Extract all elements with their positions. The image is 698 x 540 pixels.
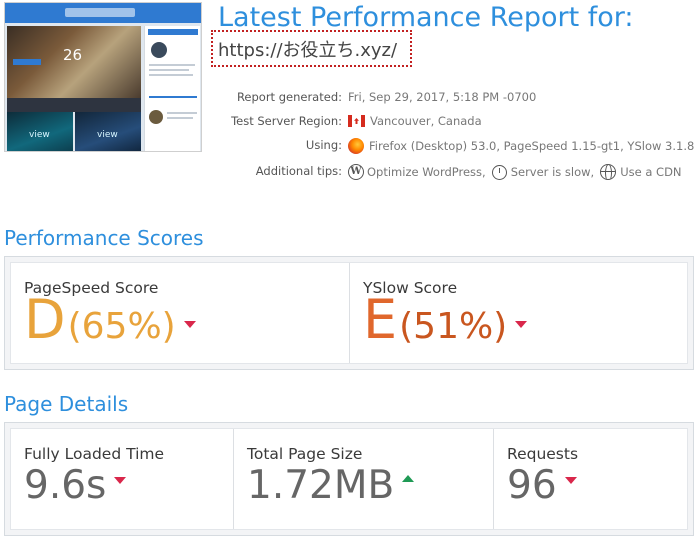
total-page-size-card[interactable]: Total Page Size 1.72MB	[233, 429, 493, 529]
requests-value-wrap: 96	[507, 463, 577, 508]
yslow-percent: (51%)	[399, 306, 508, 347]
yslow-score-card[interactable]: YSlow Score E (51%)	[349, 263, 687, 363]
page-size-value-wrap: 1.72MB	[247, 463, 415, 508]
trend-up-icon	[402, 475, 415, 482]
tip-use-cdn[interactable]: Use a CDN	[600, 164, 682, 180]
meta-value: W Optimize WordPress, Server is slow, Us…	[348, 164, 688, 180]
tip-label: Server is slow,	[510, 165, 595, 179]
trend-down-icon	[564, 477, 577, 484]
meta-value: Vancouver, Canada	[348, 114, 482, 128]
page-details-panel: Fully Loaded Time 9.6s Total Page Size 1…	[4, 422, 694, 536]
yslow-grade: E	[363, 288, 398, 351]
meta-label: Test Server Region:	[231, 114, 342, 128]
report-title: Latest Performance Report for:	[218, 2, 634, 33]
tip-server-slow[interactable]: Server is slow,	[491, 164, 595, 180]
tip-optimize-wordpress[interactable]: W Optimize WordPress,	[348, 164, 486, 180]
requests-card[interactable]: Requests 96	[493, 429, 687, 529]
thumbnail-avatar	[151, 42, 167, 58]
pagespeed-percent: (65%)	[67, 306, 176, 347]
requests-label: Requests	[507, 445, 579, 463]
page-size-label: Total Page Size	[247, 445, 363, 463]
thumbnail-hero-number: 26	[63, 46, 83, 64]
scores-panel-inner: PageSpeed Score D (65%) YSlow Score E (5…	[10, 262, 688, 364]
thumbnail-card-label: view	[29, 130, 50, 140]
tip-label: Optimize WordPress,	[367, 165, 486, 179]
performance-scores-panel: PageSpeed Score D (65%) YSlow Score E (5…	[4, 256, 694, 370]
trend-down-icon	[183, 321, 196, 328]
thumbnail-tag	[13, 59, 41, 65]
trend-down-icon	[515, 321, 528, 328]
globe-icon	[600, 164, 617, 180]
firefox-icon	[348, 138, 364, 154]
meta-label: Report generated:	[236, 90, 342, 104]
fully-loaded-time-card[interactable]: Fully Loaded Time 9.6s	[11, 429, 233, 529]
trend-down-icon	[114, 477, 127, 484]
pagespeed-score-card[interactable]: PageSpeed Score D (65%)	[11, 263, 349, 363]
load-time-value: 9.6s	[24, 463, 107, 508]
load-time-label: Fully Loaded Time	[24, 445, 165, 463]
canada-flag-icon	[348, 115, 365, 127]
thumbnail-card: view	[75, 112, 141, 151]
wordpress-icon: W	[348, 164, 364, 180]
details-panel-inner: Fully Loaded Time 9.6s Total Page Size 1…	[10, 428, 688, 530]
meta-label: Additional tips:	[255, 164, 342, 178]
region-text: Vancouver, Canada	[370, 114, 482, 128]
thumbnail-text-line	[149, 64, 195, 66]
thumbnail-avatar	[149, 110, 163, 124]
page-size-value: 1.72MB	[247, 463, 395, 508]
load-time-value-wrap: 9.6s	[24, 463, 127, 508]
pagespeed-score-value: D (65%)	[24, 293, 196, 347]
meta-label: Using:	[305, 138, 342, 152]
thumbnail-caption	[7, 98, 141, 108]
tip-label: Use a CDN	[620, 165, 682, 179]
site-screenshot-thumbnail: 26 view view	[4, 2, 202, 152]
meta-value: Firefox (Desktop) 53.0, PageSpeed 1.15-g…	[348, 138, 694, 154]
thumbnail-sidebar	[144, 26, 200, 151]
clock-icon	[491, 164, 507, 180]
browser-text: Firefox (Desktop) 53.0, PageSpeed 1.15-g…	[369, 139, 695, 153]
meta-value: Fri, Sep 29, 2017, 5:18 PM -0700	[348, 90, 537, 104]
thumbnail-card: view	[7, 112, 73, 151]
thumbnail-logo	[65, 8, 135, 17]
page-details-heading: Page Details	[4, 392, 129, 416]
report-url-link[interactable]: https://お役立ち.xyz/	[218, 36, 397, 62]
performance-scores-heading: Performance Scores	[4, 226, 204, 250]
thumbnail-text-line	[149, 74, 193, 76]
requests-value: 96	[507, 463, 557, 508]
thumbnail-card-label: view	[97, 130, 118, 140]
yslow-score-value: E (51%)	[363, 288, 528, 351]
thumbnail-text-line	[149, 69, 189, 71]
thumbnail-sidebar-header	[148, 29, 198, 35]
pagespeed-grade: D	[24, 288, 66, 351]
